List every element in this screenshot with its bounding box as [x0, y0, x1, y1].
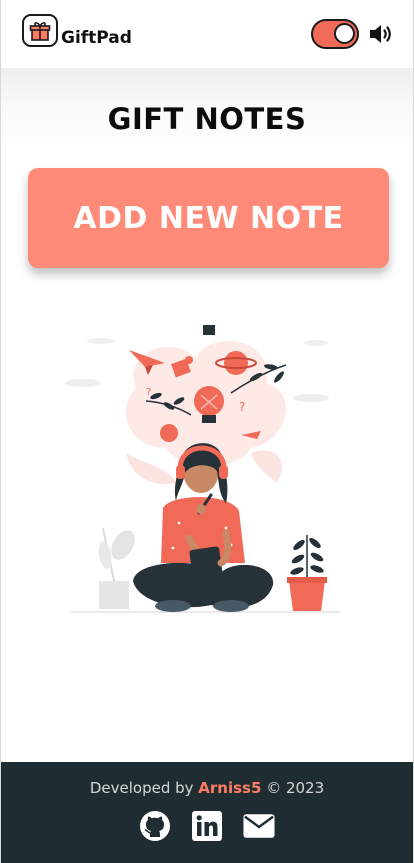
page-title: GIFT NOTES	[107, 102, 307, 136]
footer: Developed by Arniss5 © 2023	[1, 762, 413, 863]
copyright-text: © 2023	[266, 779, 325, 797]
app-container: GiftPad GIFT NOTES ADD NEW NOTE ? ? Deve…	[0, 0, 414, 863]
gift-icon	[22, 14, 58, 47]
add-new-note-button[interactable]: ADD NEW NOTE	[28, 168, 389, 268]
svg-text:?: ?	[146, 387, 151, 398]
svg-text:?: ?	[239, 400, 245, 414]
app-name: GiftPad	[61, 28, 132, 48]
theme-toggle[interactable]	[311, 19, 359, 49]
author-link[interactable]: Arniss5	[198, 779, 261, 797]
speaker-volume-icon[interactable]	[368, 22, 396, 46]
woman-thinking-illustration: ? ?	[61, 323, 351, 628]
github-icon[interactable]	[139, 810, 171, 842]
main-content: GIFT NOTES ADD NEW NOTE ? ?	[1, 68, 413, 762]
toggle-knob	[334, 23, 355, 44]
linkedin-icon[interactable]	[191, 810, 223, 842]
footer-credit: Developed by Arniss5 © 2023	[1, 779, 413, 797]
header: GiftPad	[1, 0, 413, 68]
social-links	[1, 810, 413, 842]
mail-icon[interactable]	[243, 810, 275, 842]
logo[interactable]: GiftPad	[22, 14, 132, 48]
developed-by-label: Developed by	[89, 779, 194, 797]
